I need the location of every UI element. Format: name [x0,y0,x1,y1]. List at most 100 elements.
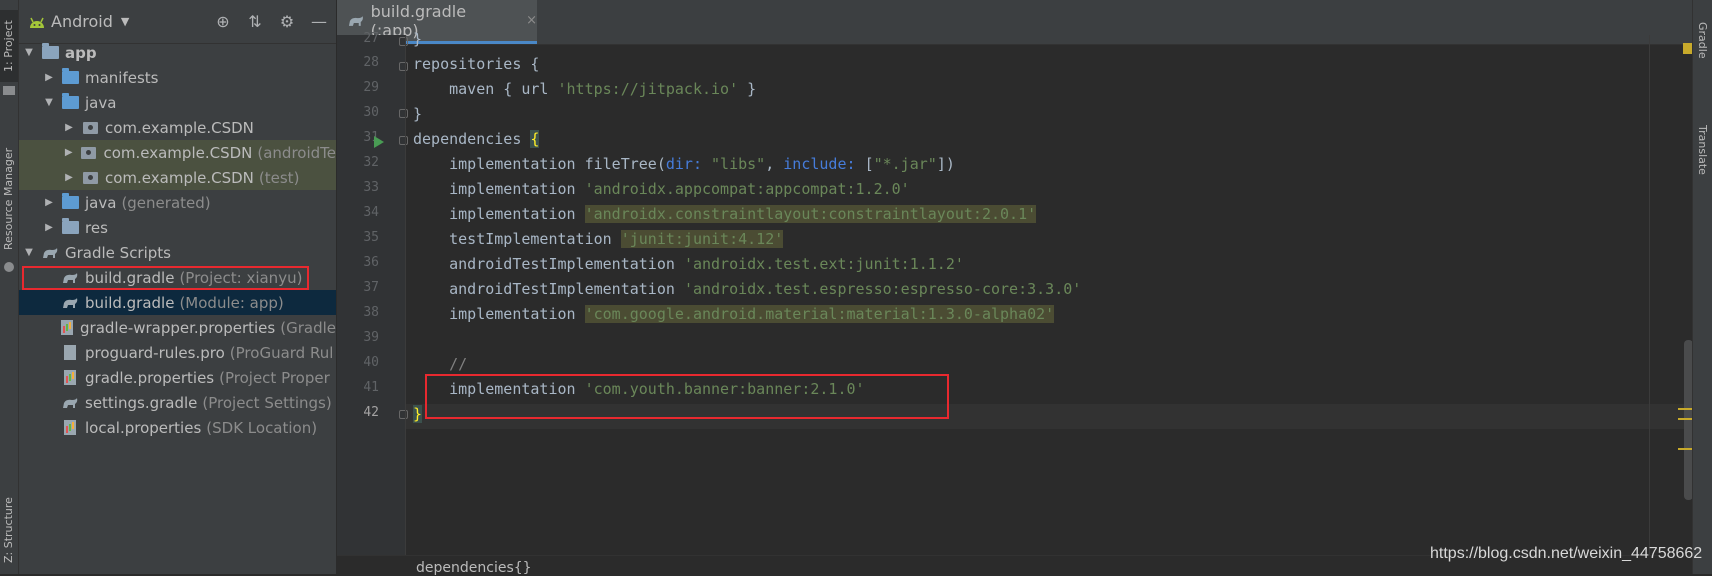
chevron-right-icon[interactable]: ▶ [63,147,74,158]
translate-tool-tab[interactable]: Translate [1693,110,1711,190]
gradle-icon [61,270,79,286]
code-text: , [765,155,784,173]
collapse-all-icon[interactable]: ⇅ [246,12,264,31]
project-tree: ▼ app ▶ manifests ▼ java ▶ com.example.C… [19,40,336,440]
tree-item-package-test[interactable]: ▶ com.example.CSDN (test) [19,165,336,190]
tree-item-package-main[interactable]: ▶ com.example.CSDN [19,115,336,140]
hide-panel-icon[interactable]: — [310,12,328,31]
tree-item-gradle-properties[interactable]: gradle.properties (Project Proper [19,365,336,390]
line-number: 35 [363,230,379,245]
tree-item-label: build.gradle [85,268,175,287]
gradle-tool-tab[interactable]: Gradle [1693,10,1711,70]
gradle-icon [41,245,59,261]
tree-item-build-gradle-project[interactable]: build.gradle (Project: xianyu) [19,265,336,290]
scroll-marker[interactable] [1678,408,1692,410]
folder-icon [3,86,15,95]
code-line: } [413,102,422,127]
tree-item-label: com.example.CSDN [105,118,254,137]
fold-marker-icon[interactable] [399,136,408,145]
project-tool-tab[interactable]: 1: Project [0,10,18,82]
tree-item-build-gradle-module[interactable]: build.gradle (Module: app) [19,290,336,315]
chevron-down-icon[interactable]: ▼ [43,97,55,108]
tree-item-suffix: (Project Proper [219,368,330,387]
code-text: implementation fileTree( [413,155,666,173]
tree-item-res[interactable]: ▶ res [19,215,336,240]
line-number: 32 [363,155,379,170]
tree-item-java[interactable]: ▼ java [19,90,336,115]
gradle-icon [61,395,79,411]
properties-icon [61,420,79,436]
tree-item-label: local.properties [85,418,202,437]
run-icon[interactable] [374,136,384,148]
chevron-right-icon[interactable]: ▶ [43,222,55,233]
code-param-name: dir: [665,155,712,173]
project-view-selector[interactable]: Android [51,12,113,31]
code-editor: build.gradle (:app) × 27 28 29 30 31 32 … [337,0,1694,576]
chevron-down-icon[interactable]: ▼ [23,47,35,58]
fold-marker-icon[interactable] [399,410,408,419]
tree-item-suffix: (Module: app) [179,293,284,312]
line-number: 40 [363,355,379,370]
project-panel: Android ▼ ⊕ ⇅ ⚙ — ▼ app ▶ manifests ▼ ja… [19,0,336,574]
generated-folder-icon [61,193,79,211]
close-icon[interactable]: × [526,13,537,28]
code-text: } [413,30,423,48]
chevron-right-icon[interactable]: ▶ [63,122,75,133]
tree-item-app[interactable]: ▼ app [19,40,336,65]
code-string: 'com.youth.banner:banner:2.1.0' [584,380,865,398]
structure-tool-tab[interactable]: Z: Structure [0,490,18,570]
gear-icon[interactable]: ⚙ [278,12,296,31]
text-file-icon [61,345,79,361]
tree-item-manifests[interactable]: ▶ manifests [19,65,336,90]
tree-item-label: res [85,218,108,237]
resource-manager-tool-tab[interactable]: Resource Manager [0,140,18,258]
line-number: 30 [363,105,379,120]
chevron-right-icon[interactable]: ▶ [43,72,55,83]
line-number: 41 [363,380,379,395]
code-line: repositories { [413,52,539,77]
code-comment: // [413,355,468,373]
tree-item-gradle-wrapper-properties[interactable]: gradle-wrapper.properties (Gradle [19,315,336,340]
code-string-warning: 'junit:junit:4.12' [620,230,784,248]
current-line-highlight [405,404,1693,429]
tree-item-label: com.example.CSDN [105,168,254,187]
line-number-gutter: 27 28 29 30 31 32 33 34 35 36 37 38 39 4… [337,31,408,555]
chevron-right-icon[interactable]: ▶ [43,197,55,208]
chevron-right-icon[interactable]: ▶ [63,172,75,183]
code-string: 'https://jitpack.io' [557,80,739,98]
code-string: "*.jar" [873,155,937,173]
code-brace: { [530,130,540,148]
tree-item-proguard-rules[interactable]: proguard-rules.pro (ProGuard Rul [19,340,336,365]
left-tool-strip: 1: Project Resource Manager Z: Structure [0,0,19,574]
fold-marker-icon[interactable] [399,62,408,71]
chevron-down-icon[interactable]: ▼ [121,15,129,28]
tree-item-suffix: (Project: xianyu) [179,268,303,287]
fold-marker-icon[interactable] [399,37,408,46]
shapes-icon [4,262,14,272]
code-param-name: include: [783,155,865,173]
tree-item-label: build.gradle [85,293,175,312]
tab-label: build.gradle (:app) [370,1,467,40]
tree-item-local-properties[interactable]: local.properties (SDK Location) [19,415,336,440]
scroll-marker[interactable] [1678,418,1692,420]
package-icon [80,145,97,161]
code-line: } [413,402,423,427]
editor-tab-bar: build.gradle (:app) × [337,0,1693,45]
properties-icon [61,370,79,386]
fold-marker-icon[interactable] [399,109,408,118]
code-string-warning: 'com.google.android.material:material:1.… [584,305,1055,323]
tree-item-package-androidtest[interactable]: ▶ com.example.CSDN (androidTe [19,140,336,165]
code-text: } [738,80,757,98]
tree-item-java-generated[interactable]: ▶ java (generated) [19,190,336,215]
tree-item-suffix: (Gradle [280,318,336,337]
tree-item-label: com.example.CSDN [103,143,253,162]
line-number: 36 [363,255,379,270]
chevron-down-icon[interactable]: ▼ [23,247,35,258]
tree-item-settings-gradle[interactable]: settings.gradle (Project Settings) [19,390,336,415]
code-text: repositories { [413,55,540,73]
scroll-marker[interactable] [1678,448,1692,450]
code-line: implementation 'com.youth.banner:banner:… [413,377,865,402]
locate-file-icon[interactable]: ⊕ [214,12,232,31]
tree-item-label: gradle.properties [85,368,215,387]
tree-item-gradle-scripts[interactable]: ▼ Gradle Scripts [19,240,336,265]
